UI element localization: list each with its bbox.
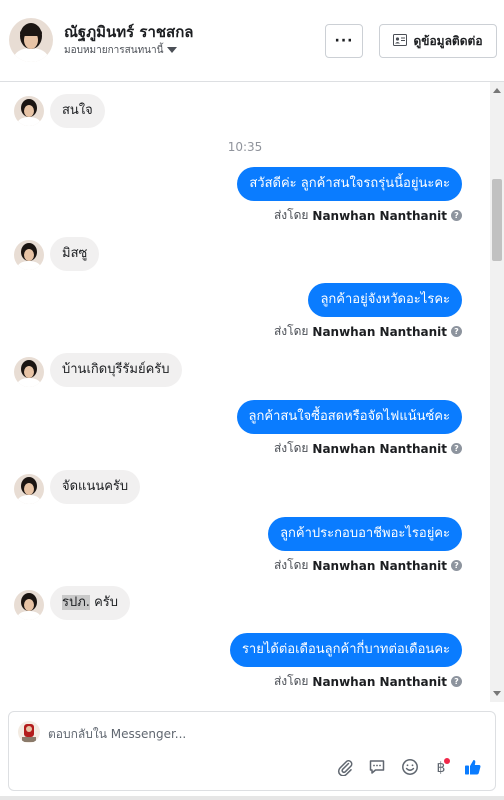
reply-composer: ฿ bbox=[8, 711, 496, 791]
bottom-border bbox=[0, 796, 504, 800]
sent-by-prefix: ส่งโดย bbox=[273, 324, 309, 338]
help-icon[interactable]: ? bbox=[451, 560, 462, 571]
sent-by-prefix: ส่งโดย bbox=[273, 674, 309, 688]
outgoing-message: สวัสดีค่ะ ลูกค้าสนใจรถรุ่นนี้อยู่นะคะ bbox=[237, 167, 462, 201]
scroll-down-icon[interactable] bbox=[493, 691, 501, 696]
baht-payment-icon[interactable]: ฿ bbox=[430, 756, 452, 778]
sent-by-label: ส่งโดย Nanwhan Nanthanit ? bbox=[274, 672, 462, 691]
incoming-message: บ้านเกิดบุรีรัมย์ครับ bbox=[50, 353, 182, 387]
sender-name: Nanwhan Nanthanit bbox=[312, 208, 447, 223]
incoming-message: สนใจ bbox=[50, 94, 105, 128]
contact-card-icon bbox=[393, 33, 408, 49]
avatar[interactable] bbox=[14, 96, 44, 126]
avatar[interactable] bbox=[14, 474, 44, 504]
sent-by-prefix: ส่งโดย bbox=[273, 441, 309, 455]
avatar[interactable] bbox=[14, 590, 44, 620]
help-icon[interactable]: ? bbox=[451, 210, 462, 221]
sender-name: Nanwhan Nanthanit bbox=[312, 674, 447, 689]
sent-by-label: ส่งโดย Nanwhan Nanthanit ? bbox=[274, 556, 462, 575]
conversation-header: ณัฐภูมินทร์ ราชสกล มอบหมายการสนทนานี้ ··… bbox=[0, 0, 504, 82]
sent-by-prefix: ส่งโดย bbox=[273, 208, 309, 222]
assign-conversation-dropdown[interactable]: มอบหมายการสนทนานี้ bbox=[64, 43, 178, 58]
saved-reply-icon[interactable] bbox=[366, 756, 388, 778]
view-contact-button[interactable]: ดูข้อมูลติดต่อ bbox=[379, 24, 497, 58]
emoji-icon[interactable] bbox=[399, 756, 421, 778]
more-options-button[interactable]: ··· bbox=[325, 24, 363, 58]
incoming-message: จัดแนนครับ bbox=[50, 470, 141, 504]
highlighted-text: รปภ. bbox=[62, 595, 90, 610]
scroll-up-icon[interactable] bbox=[493, 88, 501, 93]
help-icon[interactable]: ? bbox=[451, 326, 462, 337]
outgoing-message: รายได้ต่อเดือนลูกค้ากี่บาทต่อเดือนคะ bbox=[229, 633, 462, 667]
message-timestamp: 10:35 bbox=[227, 140, 263, 154]
avatar[interactable] bbox=[9, 18, 53, 62]
paperclip-icon[interactable] bbox=[334, 756, 356, 778]
sent-by-label: ส่งโดย Nanwhan Nanthanit ? bbox=[274, 322, 462, 341]
caret-down-icon bbox=[167, 47, 178, 53]
help-icon[interactable]: ? bbox=[451, 443, 462, 454]
thread-scrollbar[interactable] bbox=[490, 82, 504, 702]
sent-by-label: ส่งโดย Nanwhan Nanthanit ? bbox=[274, 206, 462, 225]
incoming-message: มิสซู bbox=[50, 237, 100, 271]
incoming-message: รปภ. ครับ bbox=[50, 586, 131, 620]
sent-by-prefix: ส่งโดย bbox=[273, 558, 309, 572]
avatar[interactable] bbox=[14, 357, 44, 387]
page-avatar bbox=[18, 721, 40, 743]
help-icon[interactable]: ? bbox=[451, 676, 462, 687]
message-thread: สนใจ 10:35 สวัสดีค่ะ ลูกค้าสนใจรถรุ่นนี้… bbox=[0, 82, 490, 702]
outgoing-message: ลูกค้าอยู่จังหวัดอะไรคะ bbox=[308, 283, 462, 317]
outgoing-message: ลูกค้าสนใจซื้อสดหรือจัดไฟแน้นซ์คะ bbox=[236, 400, 462, 434]
avatar[interactable] bbox=[14, 240, 44, 270]
view-contact-label: ดูข้อมูลติดต่อ bbox=[413, 33, 483, 48]
thumbs-up-icon[interactable] bbox=[462, 756, 484, 778]
reply-input[interactable] bbox=[48, 724, 468, 744]
sent-by-label: ส่งโดย Nanwhan Nanthanit ? bbox=[274, 439, 462, 458]
svg-text:฿: ฿ bbox=[437, 760, 446, 776]
message-text: ครับ bbox=[89, 595, 119, 610]
sender-name: Nanwhan Nanthanit bbox=[312, 441, 447, 456]
assign-conversation-label: มอบหมายการสนทนานี้ bbox=[64, 45, 164, 56]
sender-name: Nanwhan Nanthanit bbox=[312, 324, 447, 339]
sender-name: Nanwhan Nanthanit bbox=[312, 558, 447, 573]
contact-name: ณัฐภูมินทร์ ราชสกล bbox=[64, 23, 194, 41]
scrollbar-thumb[interactable] bbox=[492, 179, 502, 261]
outgoing-message: ลูกค้าประกอบอาชีพอะไรอยู่คะ bbox=[268, 517, 462, 551]
